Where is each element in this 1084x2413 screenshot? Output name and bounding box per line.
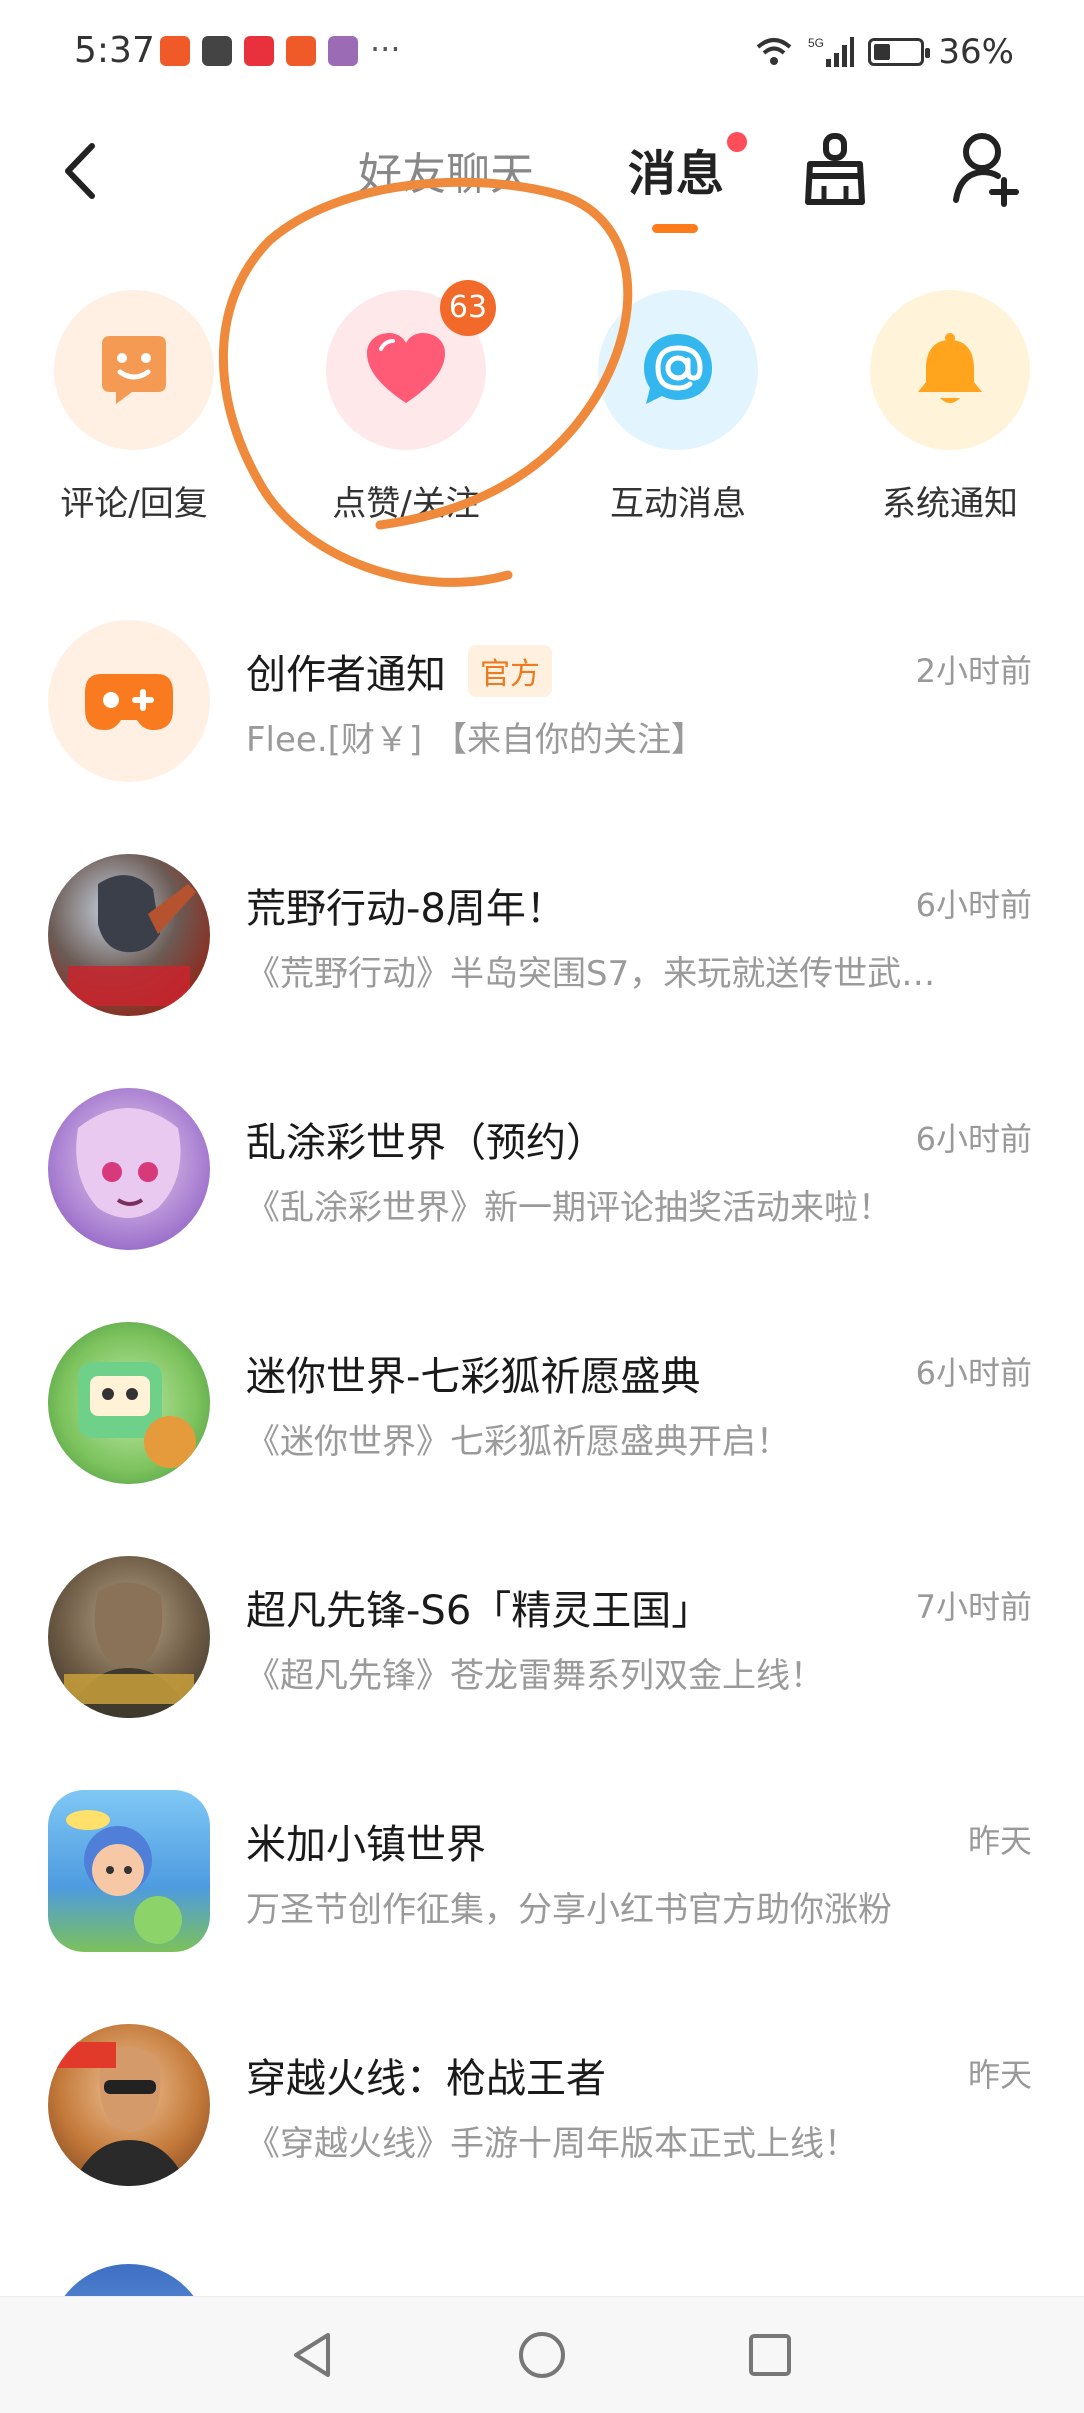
heart-icon [367,333,445,403]
message-preview: Flee.[财￥] 【来自你的关注】 [246,720,705,760]
message-time: 2小时前 [915,652,1032,690]
category-label: 互动消息 [610,484,746,524]
message-title: 超凡先锋-S6「精灵王国」 [246,1578,711,1636]
message-title: 创作者通知 官方 [246,642,552,700]
official-badge: 官方 [468,645,552,697]
category-label: 系统通知 [882,484,1018,524]
add-friend-icon[interactable] [952,128,1022,208]
avatar [48,1556,210,1718]
category-row: 评论/回复 63 点赞/关注 互动消息 系统通知 [0,280,1084,550]
header: 好友聊天 消息 [0,110,1084,240]
avatar [48,1322,210,1484]
bell-icon [918,333,982,403]
list-item[interactable]: 穿越火线：枪战王者 昨天 《穿越火线》手游十周年版本正式上线！ [0,2024,1084,2258]
game-avatar-image [66,1810,182,1944]
message-title-text: 超凡先锋-S6「精灵王国」 [246,1588,712,1634]
message-title: 米加小镇世界 [246,1812,486,1870]
system-nav-bar [0,2296,1084,2413]
message-time: 昨天 [967,1822,1032,1860]
message-time: 6小时前 [915,886,1032,924]
clear-unread-icon[interactable] [800,130,870,210]
message-time: 昨天 [967,2056,1032,2094]
message-preview: 万圣节创作征集，分享小红书官方助你涨粉 [246,1890,892,1930]
notification-icons [160,36,358,66]
status-time: 5:37 [74,30,155,71]
list-item-partial[interactable] [0,2258,1084,2296]
message-preview: 《乱涂彩世界》新一期评论抽奖活动来啦！ [246,1188,892,1228]
message-title-text: 创作者通知 [246,652,446,698]
nav-back-icon[interactable] [284,2327,340,2383]
signal-icon: 5G [808,36,855,67]
category-icon-bg [870,290,1030,450]
avatar [48,2264,210,2296]
message-title: 穿越火线：枪战王者 [246,2046,606,2104]
app-notification-icon [160,36,190,66]
more-notifications-icon: ··· [370,30,401,68]
unread-count-badge: 63 [440,280,496,336]
unread-dot [727,132,747,152]
app-notification-icon [328,36,358,66]
svg-text:5G: 5G [808,36,824,50]
at-mention-icon [644,334,712,404]
app-notification-icon [286,36,316,66]
list-item[interactable]: 创作者通知 官方 2小时前 Flee.[财￥] 【来自你的关注】 [0,620,1084,854]
active-tab-indicator [652,224,698,233]
battery-level [874,44,891,60]
avatar [48,1088,210,1250]
list-item[interactable]: 荒野行动-8周年！ 6小时前 《荒野行动》半岛突围S7，来玩就送传世武… [0,854,1084,1088]
status-bar: 5:37 ··· 5G 36% [0,0,1084,110]
nav-home-icon[interactable] [514,2327,570,2383]
avatar [48,854,210,1016]
category-icon-bg [598,290,758,450]
message-preview: 《穿越火线》手游十周年版本正式上线！ [246,2124,858,2164]
list-item[interactable]: 米加小镇世界 昨天 万圣节创作征集，分享小红书官方助你涨粉 [0,1790,1084,2024]
nav-recents-icon[interactable] [742,2327,798,2383]
game-avatar-image [76,1108,181,1218]
game-avatar-image [78,1362,196,1468]
message-time: 7小时前 [915,1588,1032,1626]
message-title-text: 穿越火线：枪战王者 [246,2056,606,2102]
message-preview: 《超凡先锋》苍龙雷舞系列双金上线！ [246,1656,824,1696]
category-label: 点赞/关注 [332,484,480,524]
game-avatar-image [64,1582,194,1718]
wifi-icon [757,38,792,65]
list-item[interactable]: 乱涂彩世界（预约） 6小时前 《乱涂彩世界》新一期评论抽奖活动来啦！ [0,1088,1084,1322]
category-icon-bg [54,290,214,450]
category-comments[interactable]: 评论/回复 [24,290,244,525]
message-title-text: 荒野行动-8周年！ [246,886,566,932]
category-label: 评论/回复 [60,484,208,524]
message-time: 6小时前 [915,1354,1032,1392]
message-title: 乱涂彩世界（预约） [246,1110,606,1168]
game-avatar-image [68,875,196,1006]
category-system[interactable]: 系统通知 [840,290,1060,525]
category-icon-bg: 63 [326,280,496,450]
battery-icon [868,38,931,66]
category-interactions[interactable]: 互动消息 [568,290,788,525]
back-icon[interactable] [52,136,112,206]
avatar [48,620,210,782]
avatar [48,2024,210,2186]
list-item[interactable]: 超凡先锋-S6「精灵王国」 7小时前 《超凡先锋》苍龙雷舞系列双金上线！ [0,1556,1084,1790]
avatar [48,1790,210,1952]
message-preview: 《迷你世界》七彩狐祈愿盛典开启！ [246,1422,790,1462]
gamepad-icon [85,674,173,730]
app-notification-icon [202,36,232,66]
message-title-text: 乱涂彩世界（预约） [246,1120,606,1166]
message-title-text: 米加小镇世界 [246,1822,486,1868]
list-item[interactable]: 迷你世界-七彩狐祈愿盛典 6小时前 《迷你世界》七彩狐祈愿盛典开启！ [0,1322,1084,1556]
category-likes-follows[interactable]: 63 点赞/关注 [296,280,516,525]
message-time: 6小时前 [915,1120,1032,1158]
battery-percent: 36% [938,32,1014,72]
tab-messages[interactable]: 消息 [628,134,724,204]
message-title: 迷你世界-七彩狐祈愿盛典 [246,1344,700,1402]
message-preview: 《荒野行动》半岛突围S7，来玩就送传世武… [246,954,936,994]
tab-friends-chat[interactable]: 好友聊天 [358,138,534,202]
app-notification-icon [244,36,274,66]
message-title: 荒野行动-8周年！ [246,876,566,934]
game-avatar-image [56,2042,188,2186]
status-right: 5G 36% [754,32,1014,72]
message-title-text: 迷你世界-七彩狐祈愿盛典 [246,1354,701,1400]
comment-smile-icon [102,336,166,404]
